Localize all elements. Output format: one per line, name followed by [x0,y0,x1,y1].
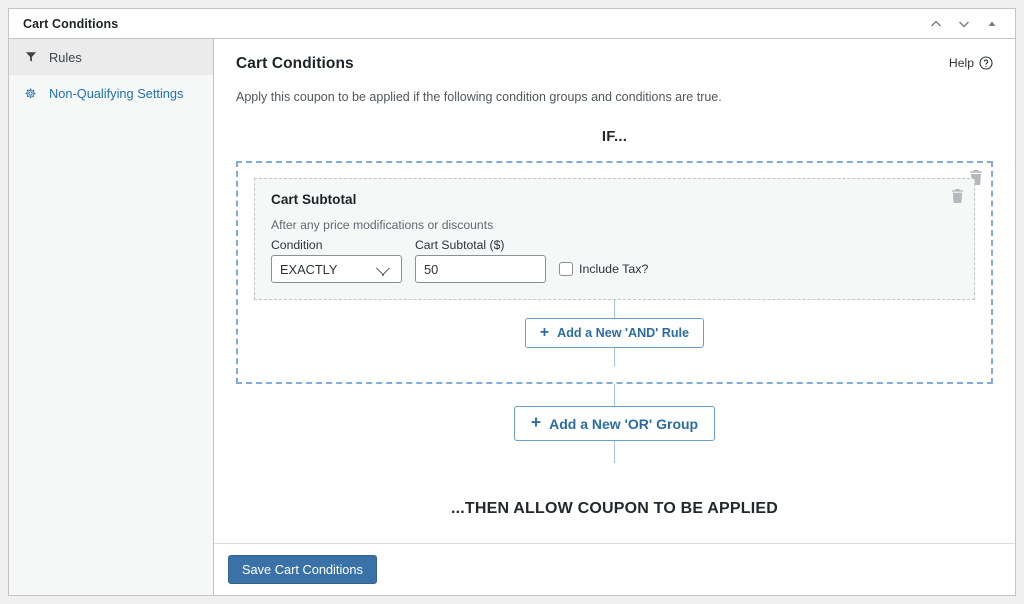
delete-rule-trash-icon[interactable] [951,189,964,203]
add-or-group-button[interactable]: + Add a New 'OR' Group [513,405,716,442]
add-or-group-label: Add a New 'OR' Group [549,415,699,432]
collapse-icon[interactable] [979,11,1005,37]
condition-field: Condition EXACTLY [271,238,402,283]
main-inner: Cart Conditions Help Apply this coupon t… [214,39,1015,543]
include-tax-checkbox-box[interactable] [559,262,573,276]
plus-icon: + [539,323,550,341]
help-link[interactable]: Help [949,55,993,70]
panel-titlebar: Cart Conditions [9,9,1015,39]
settings-sidebar: Rules Non-Qualifying Settings [9,39,214,595]
panel-body: Rules Non-Qualifying Settings Cart Condi… [9,39,1015,595]
add-and-rule-row: + Add a New 'AND' Rule [254,318,975,348]
question-mark-icon [979,56,993,70]
rule-fields: Condition EXACTLY Cart Subtotal ($) 50 I… [271,238,958,283]
plus-icon: + [530,412,542,433]
connector-line-above-or-button [614,383,615,406]
main-content: Cart Conditions Help Apply this coupon t… [214,39,1015,595]
or-condition-group: Cart Subtotal After any price modificati… [236,161,993,384]
gear-icon [23,87,38,100]
sidebar-item-rules[interactable]: Rules [9,39,213,75]
add-and-rule-label: Add a New 'AND' Rule [557,325,690,340]
include-tax-checkbox[interactable]: Include Tax? [559,255,648,283]
help-label: Help [948,56,974,70]
filter-icon [23,51,38,63]
if-heading: IF... [601,128,628,145]
connector-line-below-and-button [614,347,615,366]
add-and-rule-button[interactable]: + Add a New 'AND' Rule [524,318,705,348]
page-title: Cart Conditions [236,55,354,72]
page-subtitle: Apply this coupon to be applied if the f… [236,90,722,104]
then-heading: ...THEN ALLOW COUPON TO BE APPLIED [450,500,779,518]
sidebar-item-non-qualifying-settings-label: Non-Qualifying Settings [49,85,184,101]
connector-line-below-or-button [614,441,615,464]
condition-select[interactable]: EXACTLY [271,255,402,283]
panel-title: Cart Conditions [23,16,119,31]
amount-input[interactable] [415,255,546,283]
move-up-icon[interactable] [923,11,949,37]
move-down-icon[interactable] [951,11,977,37]
amount-label: Cart Subtotal ($) [415,238,505,252]
cart-conditions-panel: Cart Conditions Rules Non-Qualifying Set… [8,8,1016,596]
rule-title: Cart Subtotal [271,192,357,207]
sidebar-item-non-qualifying-settings[interactable]: Non-Qualifying Settings [9,75,213,111]
panel-title-actions [923,11,1005,37]
save-cart-conditions-button[interactable]: Save Cart Conditions [228,555,377,584]
rule-description: After any price modifications or discoun… [271,218,494,232]
add-or-group-row: + Add a New 'OR' Group [236,405,993,442]
include-tax-label: Include Tax? [579,262,649,276]
rule-card-cart-subtotal: Cart Subtotal After any price modificati… [254,178,975,300]
panel-footer: Save Cart Conditions [214,543,1015,595]
condition-label: Condition [271,238,323,252]
main-header: Cart Conditions Help [236,55,993,73]
sidebar-item-rules-label: Rules [49,49,82,65]
connector-line-above-and-button [614,300,615,318]
amount-field: Cart Subtotal ($) [415,238,546,283]
